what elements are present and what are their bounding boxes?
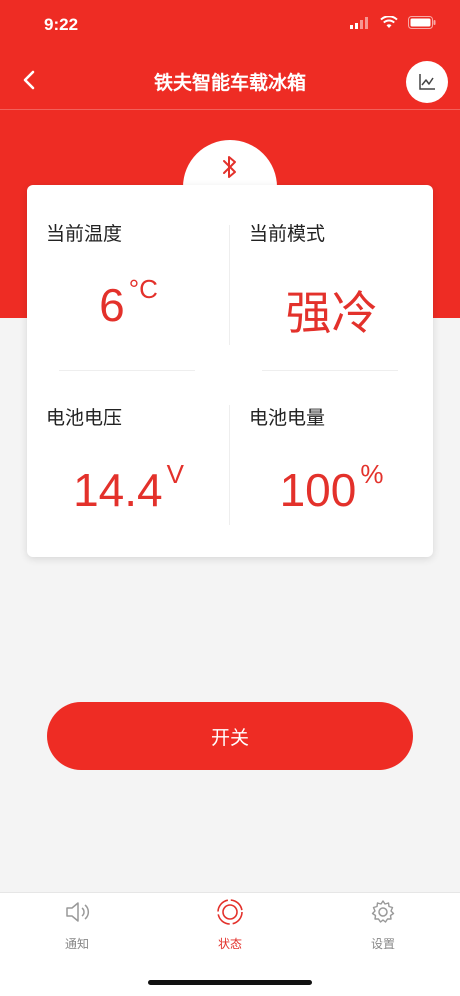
tab-status[interactable]: 状态 <box>190 897 270 952</box>
battery-label: 电池电量 <box>249 407 326 429</box>
battery-cell: 电池电量 100% <box>230 371 433 557</box>
battery-number: 100 <box>279 464 357 516</box>
gear-icon <box>371 900 395 923</box>
temperature-label: 当前温度 <box>46 223 123 245</box>
divider <box>229 225 230 345</box>
speaker-icon <box>66 902 90 922</box>
tab-settings[interactable]: 设置 <box>343 897 423 952</box>
voltage-unit: V <box>166 459 184 489</box>
status-icon <box>217 899 243 925</box>
battery-icon <box>408 16 436 29</box>
tab-label: 设置 <box>370 937 395 951</box>
battery-unit: % <box>360 459 384 489</box>
status-time: 9:22 <box>44 15 79 34</box>
divider <box>229 405 230 525</box>
tab-label: 通知 <box>64 937 89 951</box>
mode-text: 强冷 <box>285 286 378 340</box>
temperature-value: 6 °C <box>27 274 230 332</box>
temperature-unit: °C <box>128 274 158 304</box>
home-indicator <box>148 980 312 985</box>
voltage-cell: 电池电压 14.4 V <box>27 371 230 557</box>
chart-button[interactable] <box>406 61 448 103</box>
status-card: 当前温度 6 °C 当前模式 强冷 电池电压 14.4 V 电池电量 100% <box>27 185 433 557</box>
voltage-value: 14.4 V <box>27 459 230 517</box>
power-toggle-button[interactable]: 开关 <box>47 702 413 770</box>
mode-cell: 当前模式 强冷 <box>230 185 433 371</box>
status-icons <box>350 16 436 29</box>
voltage-number: 14.4 <box>73 464 163 516</box>
navigation-bar: 铁夫智能车载冰箱 <box>0 50 460 110</box>
tab-notifications[interactable]: 通知 <box>37 897 117 952</box>
page-title: 铁夫智能车载冰箱 <box>153 72 306 94</box>
temperature-number: 6 <box>99 279 125 331</box>
signal-icon <box>350 16 368 29</box>
line-chart-icon <box>419 74 435 90</box>
voltage-label: 电池电压 <box>46 407 123 429</box>
mode-value: 强冷 <box>230 277 433 343</box>
status-bar: 9:22 <box>0 0 460 50</box>
bluetooth-icon <box>223 156 236 178</box>
tab-label: 状态 <box>217 937 242 951</box>
mode-label: 当前模式 <box>249 223 326 245</box>
battery-value: 100% <box>230 459 433 517</box>
temperature-cell: 当前温度 6 °C <box>27 185 230 371</box>
wifi-icon <box>380 16 398 28</box>
